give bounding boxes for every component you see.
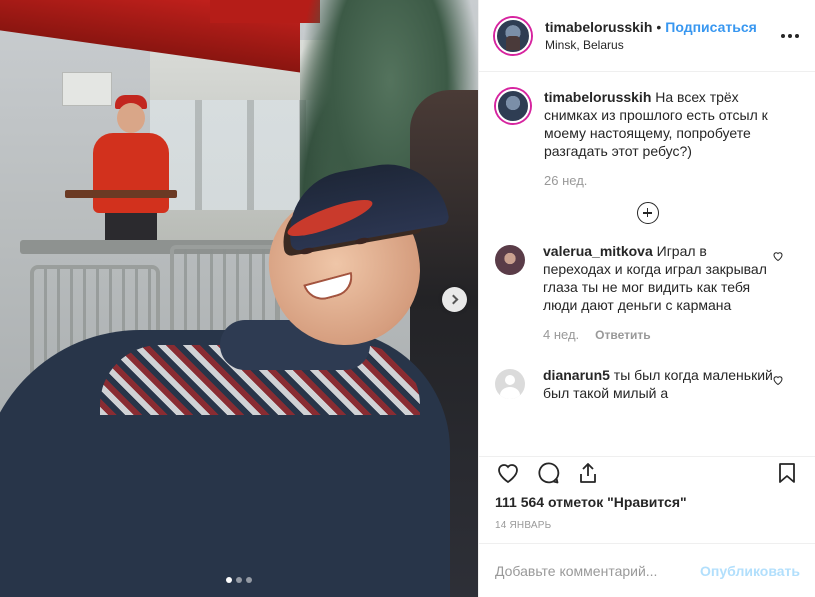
- avatar[interactable]: [495, 369, 525, 399]
- comment-username[interactable]: valerua_mitkova: [543, 243, 653, 259]
- post-photo[interactable]: [0, 0, 478, 597]
- post-user-block: timabelorusskih • Подписаться Minsk, Belar…: [545, 18, 757, 54]
- carousel-next-button[interactable]: [442, 287, 467, 312]
- carousel-dot[interactable]: [236, 577, 242, 583]
- comment-like-icon[interactable]: [772, 250, 784, 265]
- caption-username[interactable]: timabelorusskih: [544, 89, 651, 105]
- chevron-right-icon: [448, 294, 458, 305]
- comment-icon[interactable]: [535, 460, 561, 486]
- carousel-dot[interactable]: [226, 577, 232, 583]
- separator-dot: •: [656, 18, 662, 35]
- post-username[interactable]: timabelorusskih: [545, 19, 652, 35]
- publish-button[interactable]: Опубликовать: [700, 563, 800, 579]
- comments-list[interactable]: timabelorusskih На всех трёх снимках из …: [479, 72, 815, 456]
- comment-input[interactable]: [495, 562, 701, 579]
- load-more-comments-icon[interactable]: [636, 202, 659, 224]
- caption-time[interactable]: 26 нед.: [544, 172, 587, 190]
- post-header: timabelorusskih • Подписаться Minsk, Belar…: [479, 0, 815, 72]
- post-actions: [479, 456, 815, 488]
- heart-icon[interactable]: [495, 460, 521, 486]
- more-icon[interactable]: [781, 33, 799, 38]
- comment-time[interactable]: 4 нед.: [543, 326, 579, 344]
- avatar[interactable]: [496, 89, 530, 123]
- post-sidebar: timabelorusskih • Подписаться Minsk, Belar…: [478, 0, 815, 597]
- avatar[interactable]: [495, 245, 525, 275]
- comment-item: valerua_mitkova Играл в переходах и когд…: [495, 242, 800, 344]
- photo-waitress: [65, 95, 185, 255]
- comment-item: dianarun5 ты был когда маленький был так…: [495, 366, 800, 402]
- post-location[interactable]: Minsk, Belarus: [545, 36, 757, 54]
- carousel-dots: [226, 577, 252, 583]
- comment-username[interactable]: dianarun5: [543, 367, 610, 383]
- avatar[interactable]: [495, 17, 531, 54]
- bookmark-icon[interactable]: [774, 460, 800, 486]
- reply-button[interactable]: Ответить: [595, 326, 650, 344]
- caption: timabelorusskih На всех трёх снимках из …: [495, 88, 800, 190]
- follow-button[interactable]: Подписаться: [665, 19, 757, 35]
- post-date[interactable]: 14 ЯНВАРЬ: [495, 520, 551, 531]
- likes-count[interactable]: 111 564 отметок "Нравится": [495, 494, 687, 510]
- carousel-dot[interactable]: [246, 577, 252, 583]
- comment-like-icon[interactable]: [772, 374, 784, 389]
- add-comment-bar: Опубликовать: [479, 543, 815, 597]
- share-icon[interactable]: [575, 460, 601, 486]
